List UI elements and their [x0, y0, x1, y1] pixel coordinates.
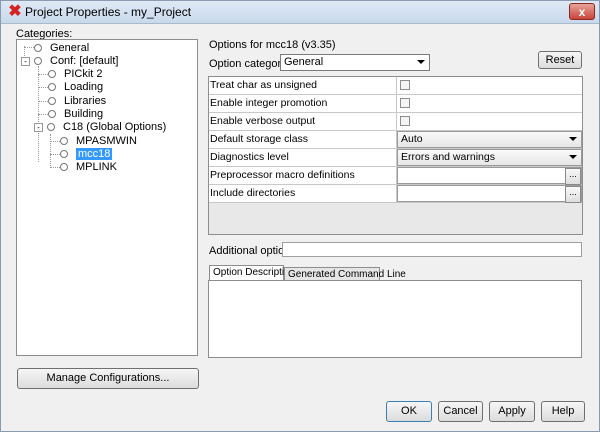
apply-button[interactable]: Apply: [489, 401, 535, 422]
option-name: Enable integer promotion: [209, 95, 397, 112]
project-properties-window: ✖ Project Properties - my_Project x Cate…: [0, 0, 600, 432]
macro-definitions-input[interactable]: ...: [397, 167, 582, 185]
chevron-down-icon: [569, 155, 577, 159]
option-row: Include directories ...: [209, 185, 582, 203]
tree-line: [50, 167, 60, 168]
node-icon: [48, 110, 56, 118]
tree-item-label: PICkit 2: [64, 68, 103, 80]
app-x-icon: ✖: [8, 3, 22, 20]
tree-line: [38, 114, 48, 115]
tree-item-libraries[interactable]: Libraries: [48, 94, 106, 108]
title-bar[interactable]: ✖ Project Properties - my_Project x: [1, 1, 599, 24]
option-value: [397, 77, 582, 94]
tree-item-general[interactable]: General: [34, 41, 89, 55]
tree-item-label: Conf: [default]: [50, 55, 119, 67]
tree-line: [50, 141, 60, 142]
node-icon: [48, 97, 56, 105]
tree-item-label: Building: [64, 108, 104, 120]
tree-item-label: Loading: [64, 81, 104, 93]
ok-button[interactable]: OK: [386, 401, 432, 422]
categories-tree: General - Conf: [default] PICkit 2 Loadin…: [16, 39, 198, 356]
select-value: Auto: [401, 133, 423, 145]
help-button[interactable]: Help: [541, 401, 585, 422]
option-row: Treat char as unsigned: [209, 77, 582, 95]
tree-item-c18-global[interactable]: - C18 (Global Options): [34, 120, 166, 134]
select-value: Errors and warnings: [401, 151, 495, 163]
node-icon: [48, 70, 56, 78]
manage-configurations-button[interactable]: Manage Configurations...: [17, 368, 199, 389]
collapse-icon[interactable]: -: [34, 123, 43, 132]
options-grid: Treat char as unsigned Enable integer pr…: [208, 76, 583, 235]
verbose-output-checkbox[interactable]: [400, 116, 410, 126]
chevron-down-icon: [417, 60, 425, 64]
diagnostics-level-select[interactable]: Errors and warnings: [397, 149, 582, 166]
option-row: Enable integer promotion: [209, 95, 582, 113]
option-value: [397, 95, 582, 112]
option-row: Default storage class Auto: [209, 131, 582, 149]
tree-line: [50, 154, 60, 155]
option-value: Errors and warnings: [397, 149, 582, 166]
tree-line: [38, 87, 48, 88]
tree-line: [38, 101, 48, 102]
tree-item-mpasmwin[interactable]: MPASMWIN: [60, 134, 137, 148]
node-icon: [34, 44, 42, 52]
close-button[interactable]: x: [569, 3, 595, 20]
node-icon: [47, 123, 55, 131]
tree-item-building[interactable]: Building: [48, 107, 103, 121]
option-name: Enable verbose output: [209, 113, 397, 130]
option-name: Default storage class: [209, 131, 397, 148]
tree-item-label: mcc18: [76, 148, 113, 160]
option-name: Include directories: [209, 185, 397, 202]
option-row: Preprocessor macro definitions ...: [209, 167, 582, 185]
option-name: Preprocessor macro definitions: [209, 167, 397, 184]
option-value: [397, 113, 582, 130]
tree-line: [38, 74, 48, 75]
tree-item-label: C18 (Global Options): [63, 121, 167, 133]
include-directories-browse-button[interactable]: ...: [565, 186, 581, 203]
node-icon: [48, 83, 56, 91]
node-icon: [60, 163, 68, 171]
window-title: Project Properties - my_Project: [25, 5, 192, 19]
option-row: Diagnostics level Errors and warnings: [209, 149, 582, 167]
option-name: Diagnostics level: [209, 149, 397, 166]
reset-button[interactable]: Reset: [538, 51, 582, 69]
additional-options-input[interactable]: [282, 242, 582, 257]
include-directories-input[interactable]: ...: [397, 185, 582, 203]
integer-promotion-checkbox[interactable]: [400, 98, 410, 108]
tree-item-mcc18[interactable]: mcc18: [60, 147, 113, 161]
option-row: Enable verbose output: [209, 113, 582, 131]
tree-item-label: General: [50, 42, 90, 54]
option-value: Auto: [397, 131, 582, 148]
tree-item-mplink[interactable]: MPLINK: [60, 160, 117, 174]
collapse-icon[interactable]: -: [21, 57, 30, 66]
default-storage-class-select[interactable]: Auto: [397, 131, 582, 148]
tree-item-conf-default[interactable]: - Conf: [default]: [21, 54, 119, 68]
node-icon: [60, 150, 68, 158]
macro-definitions-browse-button[interactable]: ...: [565, 168, 581, 185]
tree-item-pickit2[interactable]: PICkit 2: [48, 67, 103, 81]
node-icon: [60, 137, 68, 145]
node-icon: [34, 57, 42, 65]
tree-item-label: MPLINK: [76, 161, 117, 173]
option-categories-value: General: [284, 56, 324, 68]
chevron-down-icon: [569, 137, 577, 141]
treat-char-unsigned-checkbox[interactable]: [400, 80, 410, 90]
option-name: Treat char as unsigned: [209, 77, 397, 94]
cancel-button[interactable]: Cancel: [438, 401, 483, 422]
tree-item-loading[interactable]: Loading: [48, 80, 103, 94]
tree-line: [50, 134, 51, 168]
tree-line: [24, 47, 34, 48]
tab-panel: [208, 280, 582, 358]
tree-item-label: MPASMWIN: [76, 135, 137, 147]
option-categories-select[interactable]: General: [280, 54, 430, 71]
options-header: Options for mcc18 (v3.35): [209, 39, 336, 51]
tree-item-label: Libraries: [64, 95, 107, 107]
